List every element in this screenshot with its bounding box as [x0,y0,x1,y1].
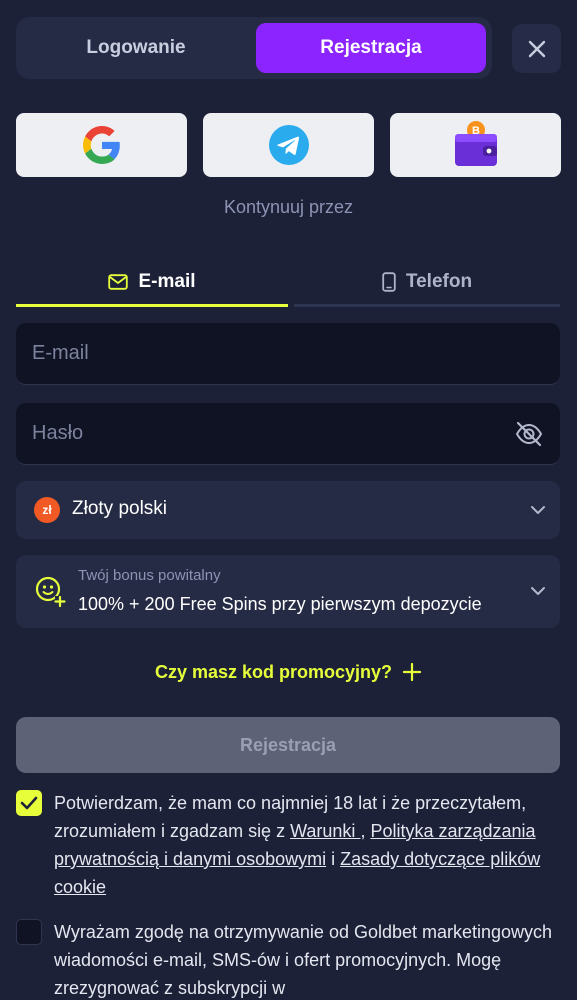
tab-email[interactable]: E-mail [16,258,288,306]
currency-select[interactable]: zł Złoty polski [16,481,560,539]
tab-phone-label: Telefon [405,271,473,292]
promo-code-link[interactable]: Czy masz kod promocyjny? [0,656,577,688]
active-tab-indicator [16,304,288,307]
chevron-down-icon [531,506,545,514]
telegram-icon [268,125,309,165]
phone-icon [382,272,396,292]
age-consent-text: Potwierdzam, że mam co najmniej 18 lat i… [54,789,554,901]
checkmark-icon [20,796,38,810]
tab-phone[interactable]: Telefon [294,258,560,306]
register-submit-button[interactable]: Rejestracja [16,717,560,773]
tab-email-label: E-mail [138,271,196,292]
google-login-button[interactable] [16,113,187,177]
smile-plus-icon [35,576,66,607]
tab-register[interactable]: Rejestracja [256,23,486,73]
password-input[interactable] [16,403,560,464]
bonus-select[interactable]: Twój bonus powitalny 100% + 200 Free Spi… [16,555,560,628]
email-input[interactable] [16,323,560,384]
auth-tabs: Logowanie Rejestracja [16,17,492,79]
tab-divider [294,304,560,307]
password-field [16,403,560,465]
crypto-wallet-login-button[interactable]: B [390,113,561,177]
currency-badge: zł [34,497,60,523]
close-button[interactable] [512,24,561,73]
chevron-down-icon [531,587,545,595]
consent-separator-2: i [326,849,341,869]
email-field [16,323,560,385]
currency-value: Złoty polski [72,498,168,519]
continue-with-label: Kontynuuj przez [223,197,354,217]
tab-login[interactable]: Logowanie [16,17,256,79]
close-icon [528,40,545,57]
bonus-value: 100% + 200 Free Spins przy pierwszym dep… [78,594,482,614]
consent-separator: , [360,821,371,841]
google-icon [82,126,120,164]
telegram-login-button[interactable] [203,113,374,177]
promo-code-label: Czy masz kod promocyjny? [154,661,393,682]
eye-off-icon[interactable] [514,419,544,449]
envelope-icon [108,274,129,290]
terms-link[interactable]: Warunki [290,821,360,841]
crypto-wallet-icon: B [454,121,497,166]
bonus-label: Twój bonus powitalny [78,567,221,584]
marketing-consent-text: Wyrażam zgodę na otrzymywanie od Goldbet… [54,922,553,998]
plus-icon [402,662,422,682]
marketing-consent-checkbox[interactable] [16,919,42,945]
age-consent-checkbox[interactable] [16,790,42,816]
